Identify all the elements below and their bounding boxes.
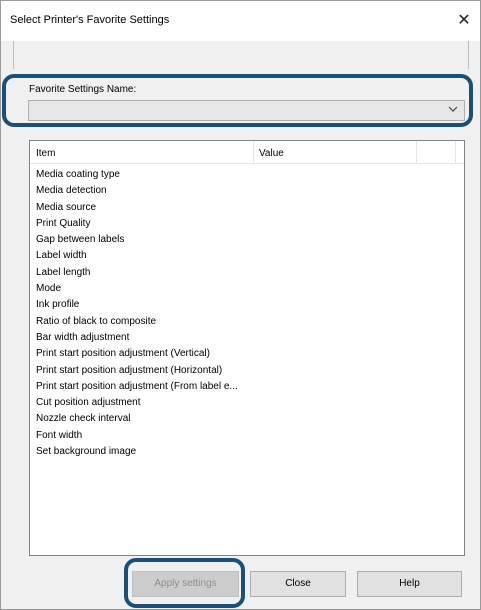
favorite-settings-dialog: Select Printer's Favorite Settings ✕ Fav… — [0, 0, 481, 610]
column-divider[interactable] — [253, 141, 254, 163]
settings-list[interactable]: Item Value Media coating type Media dete… — [29, 140, 465, 556]
list-item[interactable]: Media source — [36, 200, 238, 216]
close-icon[interactable]: ✕ — [452, 9, 476, 33]
list-item[interactable]: Bar width adjustment — [36, 330, 238, 346]
column-header-value[interactable]: Value — [259, 148, 284, 159]
title-bar: Select Printer's Favorite Settings ✕ — [1, 1, 480, 41]
list-item[interactable]: Set background image — [36, 444, 238, 460]
list-item[interactable]: Ink profile — [36, 297, 238, 313]
favorite-settings-dropdown[interactable] — [28, 100, 465, 121]
apply-settings-button[interactable]: Apply settings — [132, 571, 239, 597]
column-header-item[interactable]: Item — [36, 148, 55, 159]
list-item[interactable]: Ratio of black to composite — [36, 314, 238, 330]
top-frame — [13, 41, 469, 69]
list-item[interactable]: Label width — [36, 248, 238, 264]
column-divider[interactable] — [455, 141, 456, 163]
close-button[interactable]: Close — [250, 571, 346, 597]
list-item[interactable]: Mode — [36, 281, 238, 297]
list-item[interactable]: Print start position adjustment (Horizon… — [36, 363, 238, 379]
chevron-down-icon — [448, 106, 458, 112]
help-button[interactable]: Help — [357, 571, 462, 597]
list-item[interactable]: Nozzle check interval — [36, 411, 238, 427]
list-header: Item Value — [30, 141, 464, 164]
list-item[interactable]: Media detection — [36, 183, 238, 199]
list-rows: Media coating type Media detection Media… — [36, 167, 238, 460]
list-item[interactable]: Label length — [36, 265, 238, 281]
list-item[interactable]: Media coating type — [36, 167, 238, 183]
dialog-title: Select Printer's Favorite Settings — [10, 14, 170, 26]
list-item[interactable]: Gap between labels — [36, 232, 238, 248]
list-item[interactable]: Cut position adjustment — [36, 395, 238, 411]
list-item[interactable]: Print start position adjustment (From la… — [36, 379, 238, 395]
list-item[interactable]: Print start position adjustment (Vertica… — [36, 346, 238, 362]
favorite-settings-label: Favorite Settings Name: — [29, 84, 137, 95]
list-item[interactable]: Print Quality — [36, 216, 238, 232]
list-item[interactable]: Font width — [36, 428, 238, 444]
column-divider[interactable] — [416, 141, 417, 163]
